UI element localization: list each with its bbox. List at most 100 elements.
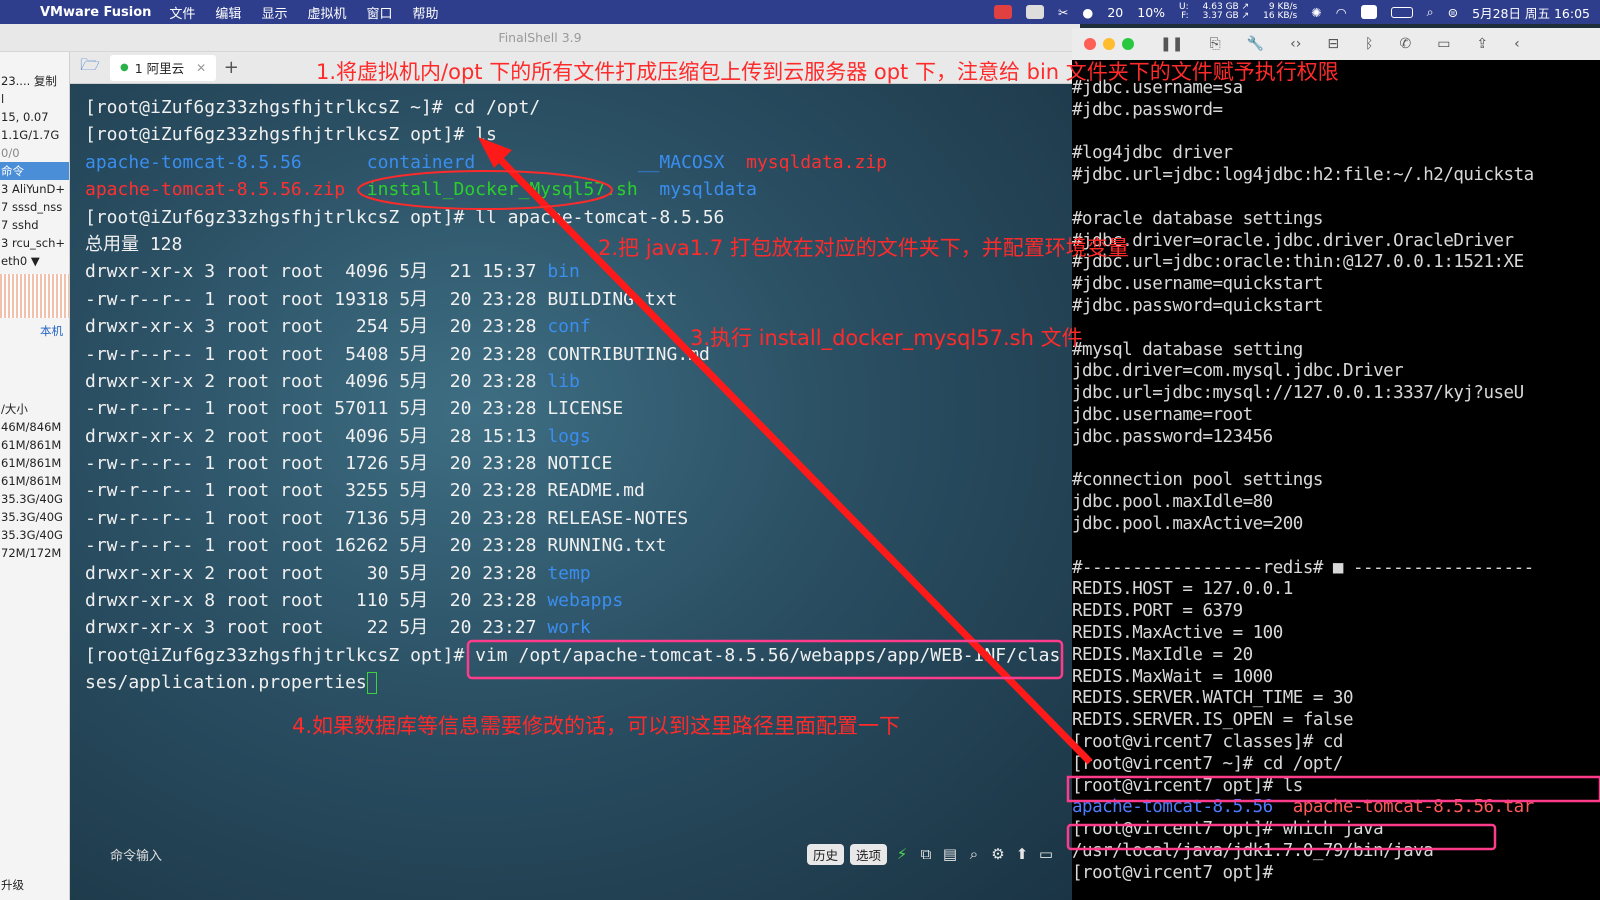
- upgrade-link[interactable]: 升级: [0, 876, 24, 894]
- lightning-icon[interactable]: ⚡: [893, 845, 911, 863]
- menu-vm[interactable]: 虚拟机: [307, 3, 346, 22]
- vmware-window: ❚❚ ⎘ 🔧 ‹› ⊟ ᛒ ✆ ▭ ⇪ ‹ #jdbc.username=sa #…: [1072, 28, 1600, 900]
- zoom-window-button[interactable]: [1122, 38, 1134, 50]
- terminal-text: REDIS.MaxWait = 1000: [1072, 666, 1273, 687]
- disk-list: 46M/846M 61M/861M 61M/861M 61M/861M 35.3G/40…: [0, 418, 69, 562]
- terminal-line: ses/application.properties: [85, 669, 1060, 696]
- terminal-line: #jdbc.url=jdbc:log4jdbc:h2:file:~/.h2/qu…: [1072, 165, 1534, 187]
- mem-labels: U: F:: [1179, 3, 1189, 21]
- ssh-terminal[interactable]: [root@iZuf6gz33zhgsfhjtrlkcsZ ~]# cd /op…: [70, 84, 1080, 900]
- folder-icon[interactable]: 🗁: [70, 54, 110, 81]
- terminal-text: bin: [547, 261, 580, 283]
- history-button[interactable]: 历史: [806, 843, 844, 865]
- app-icon[interactable]: [1360, 5, 1377, 19]
- vm-terminal-output: #jdbc.username=sa #jdbc.password= #log4jdb…: [1072, 78, 1534, 884]
- terminal-text: drwxr-xr-x 3 root root 4096 5月 21 15:37: [85, 261, 548, 283]
- terminal-text: [root@iZuf6gz33zhgsfhjtrlkcsZ opt]# ls: [85, 124, 497, 146]
- arrow-up-icon[interactable]: ⬆: [1013, 845, 1031, 863]
- terminal-line: [root@iZuf6gz33zhgsfhjtrlkcsZ opt]# ls: [85, 121, 1060, 148]
- disk-usage-row: 61M/861M: [1, 438, 62, 452]
- terminal-text: install_Docker_Mysql57.sh: [366, 179, 638, 201]
- terminal-line: [root@iZuf6gz33zhgsfhjtrlkcsZ opt]# ll a…: [85, 204, 1060, 231]
- window-icon[interactable]: ▭: [1037, 845, 1055, 863]
- gear-icon[interactable]: ✺: [1311, 5, 1321, 20]
- search-icon[interactable]: ⌕: [965, 845, 983, 863]
- bluetooth-icon[interactable]: ᛒ: [1365, 36, 1373, 52]
- share-icon[interactable]: ⇪: [1476, 36, 1488, 52]
- options-button[interactable]: 选项: [849, 843, 887, 865]
- wechat-icon[interactable]: ●: [1082, 5, 1093, 20]
- terminal-line: #log4jdbc driver: [1072, 143, 1534, 165]
- terminal-text: jdbc.pool.maxActive=200: [1072, 513, 1303, 534]
- app-name-menu[interactable]: VMware Fusion: [40, 5, 151, 20]
- finalshell-window: FinalShell 3.9 23.... 复制 l 15, 0.07 1.1G/1.…: [0, 24, 1080, 900]
- scissors-icon[interactable]: ✂: [1058, 5, 1068, 20]
- disk-icon[interactable]: ⊟: [1327, 36, 1339, 52]
- terminal-text: [root@iZuf6gz33zhgsfhjtrlkcsZ opt]# vim …: [85, 644, 1061, 666]
- wrench-icon[interactable]: 🔧: [1247, 36, 1264, 52]
- sidebar-row: 3 rcu_sch+: [1, 236, 66, 250]
- net-down: 16 KB/s: [1263, 11, 1298, 21]
- control-center-icon[interactable]: ⊜: [1448, 5, 1458, 20]
- terminal-text: __MACOSX: [637, 151, 725, 173]
- add-tab-button[interactable]: +: [216, 57, 246, 78]
- tab-aliyun[interactable]: ● 1 阿里云 ✕: [110, 54, 217, 81]
- display-icon[interactable]: [1025, 5, 1044, 19]
- terminal-line: [root@vircent7 opt]#: [1072, 863, 1534, 885]
- terminal-line: jdbc.driver=com.mysql.jdbc.Driver: [1072, 361, 1534, 383]
- phone-icon[interactable]: ✆: [1399, 36, 1411, 52]
- local-link[interactable]: 本机: [0, 322, 69, 340]
- camera-icon[interactable]: ▭: [1437, 36, 1450, 52]
- minimize-window-button[interactable]: [1103, 38, 1115, 50]
- terminal-line: #jdbc.url=jdbc:oracle:thin:@127.0.0.1:15…: [1072, 252, 1534, 274]
- clock[interactable]: 5月28日 周五 16:05: [1472, 3, 1590, 22]
- terminal-line: #oracle database settings: [1072, 209, 1534, 231]
- copy-icon[interactable]: ⧉: [917, 845, 935, 863]
- terminal-text: REDIS.HOST = 127.0.0.1: [1072, 579, 1293, 600]
- terminal-text: lib: [547, 370, 580, 392]
- wifi-icon[interactable]: ◠: [1336, 5, 1347, 20]
- terminal-text: drwxr-xr-x 8 root root 110 5月 20 23:28: [85, 590, 548, 612]
- terminal-text: drwxr-xr-x 3 root root 254 5月 20 23:28: [85, 316, 548, 338]
- menu-edit[interactable]: 编辑: [215, 3, 241, 22]
- chevron-left-icon[interactable]: ‹: [1514, 36, 1520, 52]
- terminal-text: temp: [547, 562, 591, 584]
- menu-file[interactable]: 文件: [169, 3, 195, 22]
- terminal-text: drwxr-xr-x 2 root root 4096 5月 20 23:28: [85, 370, 548, 392]
- terminal-line: REDIS.MaxWait = 1000: [1072, 667, 1534, 689]
- terminal-line: drwxr-xr-x 2 root root 4096 5月 20 23:28 …: [85, 368, 1060, 395]
- terminal-line: -rw-r--r-- 1 root root 1726 5月 20 23:28 …: [85, 450, 1060, 477]
- cpu-percent: 10%: [1137, 4, 1166, 20]
- disk-usage-row: 61M/861M: [1, 474, 62, 488]
- status-area: ✂ ● 20 10% U: F: 4.63 GB ↗ 3.37 GB ↗ 9 KB/…: [993, 0, 1590, 24]
- menu-view[interactable]: 显示: [261, 3, 287, 22]
- search-icon[interactable]: ⌕: [1427, 4, 1434, 20]
- menu-help[interactable]: 帮助: [412, 3, 438, 22]
- terminal-line: [root@vircent7 opt]# which java: [1072, 819, 1534, 841]
- app-status-icon[interactable]: [993, 5, 1012, 19]
- sidebar-row[interactable]: 命令: [0, 162, 69, 180]
- battery-icon[interactable]: [1390, 6, 1413, 18]
- network-chart: [0, 274, 69, 318]
- disk-usage-row: 35.3G/40G: [1, 510, 63, 524]
- snapshot-icon[interactable]: ⎘: [1209, 36, 1220, 52]
- terminal-line: #jdbc.driver=oracle.jdbc.driver.OracleDr…: [1072, 231, 1534, 253]
- paste-icon[interactable]: ▤: [941, 845, 959, 863]
- code-icon[interactable]: ‹›: [1290, 36, 1301, 52]
- close-icon[interactable]: ✕: [196, 61, 206, 75]
- menu-window[interactable]: 窗口: [366, 3, 392, 22]
- sidebar-row: 0/0: [1, 146, 20, 160]
- pause-icon[interactable]: ❚❚: [1160, 36, 1183, 52]
- command-input[interactable]: 命令输入: [110, 845, 162, 864]
- terminal-line: #mysql database setting: [1072, 340, 1534, 362]
- gear-icon[interactable]: ⚙: [989, 845, 1007, 863]
- close-window-button[interactable]: [1084, 38, 1096, 50]
- terminal-text: [root@iZuf6gz33zhgsfhjtrlkcsZ ~]# cd /op…: [85, 97, 541, 118]
- vm-terminal[interactable]: #jdbc.username=sa #jdbc.password= #log4jdb…: [1072, 60, 1600, 900]
- disk-usage-row: 35.3G/40G: [1, 528, 63, 542]
- terminal-line: [root@iZuf6gz33zhgsfhjtrlkcsZ opt]# vim …: [85, 642, 1060, 669]
